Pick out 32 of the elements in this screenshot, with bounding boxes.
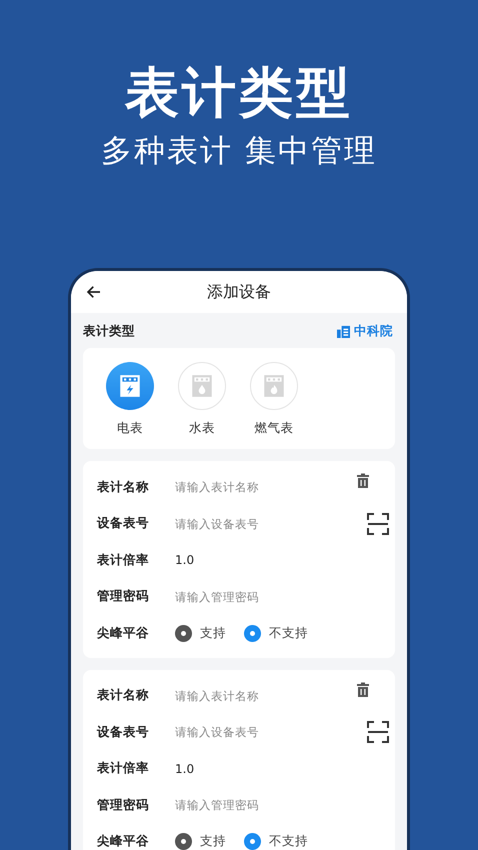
page-title: 添加设备 [207, 282, 271, 302]
field-value: 1.0 [175, 553, 194, 568]
input-field[interactable]: 请输入表计名称 [175, 480, 395, 494]
field-label: 设备表号 [97, 724, 150, 741]
headline: 表计类型 [125, 60, 353, 126]
field-label: 表计名称 [97, 478, 150, 496]
field-label: 表计倍率 [97, 760, 150, 778]
delete-icon[interactable] [355, 682, 371, 698]
field-label: 表计倍率 [97, 552, 150, 569]
radio-option[interactable]: 支持 [175, 624, 226, 642]
delete-icon[interactable] [355, 473, 371, 489]
input-field[interactable]: 请输入管理密码 [175, 590, 395, 604]
field-label: 尖峰平谷 [97, 833, 150, 850]
radio-option[interactable]: 不支持 [244, 624, 308, 642]
field-label: 尖峰平谷 [97, 624, 150, 642]
field-label: 管理密码 [97, 588, 150, 606]
radio-option[interactable]: 支持 [175, 833, 226, 850]
input-field[interactable]: 请输入表计名称 [175, 688, 395, 703]
field-label: 管理密码 [97, 796, 150, 814]
scan-icon[interactable] [367, 512, 389, 535]
org-link[interactable]: 中科院 [337, 323, 393, 340]
scan-icon[interactable] [367, 721, 389, 744]
field-label: 设备表号 [97, 515, 150, 532]
section-label: 表计类型 [83, 323, 135, 340]
input-field[interactable]: 请输入管理密码 [175, 798, 395, 812]
field-value: 1.0 [175, 762, 194, 776]
input-field[interactable]: 请输入设备表号 [175, 725, 355, 740]
building-icon [337, 325, 350, 338]
input-field[interactable]: 请输入设备表号 [175, 516, 355, 531]
radio-option[interactable]: 不支持 [244, 833, 308, 850]
subheadline: 多种表计 集中管理 [101, 132, 377, 171]
field-label: 表计名称 [97, 687, 150, 704]
